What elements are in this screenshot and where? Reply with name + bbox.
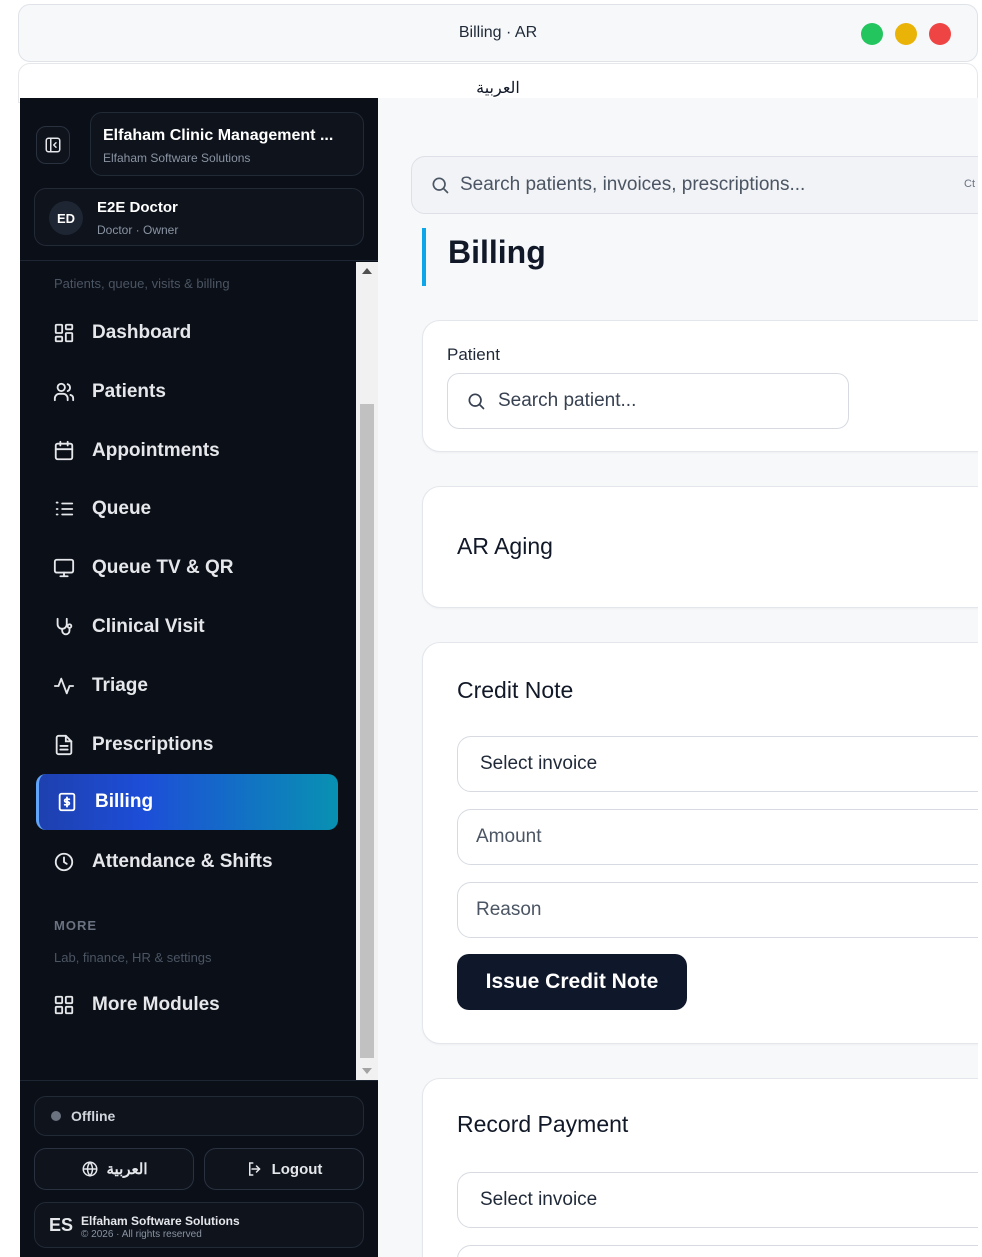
sidebar-item-queue[interactable]: Queue [36,482,338,536]
logout-icon [248,1162,261,1176]
dashboard-icon [52,321,76,345]
sidebar-item-label: Queue [92,498,152,519]
user-name: E2E Doctor [97,199,178,216]
credit-note-title: Credit Note [457,677,574,703]
brand-name: Elfaham Clinic Management ... [103,127,334,144]
sidebar-collapse-icon [45,137,61,153]
credit-note-invoice-select[interactable]: Select invoice [457,736,978,792]
global-search-input[interactable] [460,174,940,196]
language-button-label: العربية [106,1161,148,1178]
logout-button-label: Logout [271,1160,323,1178]
close-button[interactable] [929,23,951,45]
sidebar-nav: Patients, queue, visits & billing Dashbo… [20,262,356,1080]
status-dot-icon [51,1111,61,1121]
sidebar-divider [20,1080,378,1081]
sidebar-item-appointments[interactable]: Appointments [36,424,338,478]
patient-search-input[interactable] [498,390,818,412]
sidebar-item-triage[interactable]: Triage [36,659,338,713]
window-titlebar: Billing · AR [18,4,978,62]
sidebar-item-label: Billing [95,791,154,812]
sidebar-item-label: More Modules [92,994,220,1015]
grid-icon [52,993,76,1017]
user-card[interactable]: ED E2E Doctor Doctor · Owner [34,188,364,246]
main-content: Ct Billing Patient AR Aging Credit Note … [378,98,978,1257]
patient-search-field[interactable] [447,373,849,429]
record-payment-amount-input[interactable] [457,1245,978,1257]
list-ordered-icon [52,497,76,521]
sidebar-item-attendance[interactable]: Attendance & Shifts [36,835,338,889]
company-name: Elfaham Software Solutions [81,1214,240,1228]
globe-icon [82,1161,97,1177]
sidebar-item-prescriptions[interactable]: Prescriptions [36,718,338,772]
avatar: ED [49,201,83,235]
stethoscope-icon [52,615,76,639]
sidebar-item-more-modules[interactable]: More Modules [36,978,338,1032]
sidebar-item-dashboard[interactable]: Dashboard [36,306,338,360]
record-payment-card: Record Payment Select invoice [422,1078,978,1257]
sidebar-item-label: Triage [92,675,148,696]
sidebar-item-label: Appointments [92,440,220,461]
scroll-up-icon[interactable] [362,268,372,274]
language-label: العربية [476,80,520,97]
sidebar: Elfaham Clinic Management ... Elfaham So… [20,98,378,1257]
credit-note-reason-input[interactable]: Reason [457,882,978,938]
section-title-more: MORE [54,918,97,933]
credit-note-amount-input[interactable]: Amount [457,809,978,865]
search-icon [430,175,450,195]
page-title: Billing [448,234,546,270]
sidebar-item-label: Dashboard [92,322,192,343]
sidebar-divider [20,260,378,261]
credit-note-card: Credit Note Select invoice Amount Reason… [422,642,978,1044]
sidebar-item-patients[interactable]: Patients [36,365,338,419]
collapse-sidebar-button[interactable] [36,126,70,164]
brand-box: Elfaham Clinic Management ... Elfaham So… [90,112,364,176]
scrollbar-thumb[interactable] [360,404,374,1058]
company-logo: ES [49,1215,74,1235]
receipt-dollar-icon [55,790,79,814]
record-payment-invoice-select[interactable]: Select invoice [457,1172,978,1228]
calendar-icon [52,439,76,463]
sidebar-item-clinical-visit[interactable]: Clinical Visit [36,600,338,654]
file-text-icon [52,733,76,757]
sidebar-item-label: Clinical Visit [92,616,205,637]
language-button[interactable]: العربية [34,1148,194,1190]
copyright-text: © 2026 · All rights reserved [81,1229,202,1240]
brand-subtitle: Elfaham Software Solutions [103,151,251,165]
sidebar-item-billing[interactable]: Billing [36,774,338,830]
window-title: Billing · AR [458,24,538,41]
logout-button[interactable]: Logout [204,1148,364,1190]
sidebar-item-label: Attendance & Shifts [92,851,273,872]
minimize-button[interactable] [895,23,917,45]
page-heading: Billing [422,228,546,286]
sidebar-item-label: Prescriptions [92,734,214,755]
sidebar-item-label: Queue TV & QR [92,557,234,578]
activity-icon [52,674,76,698]
sidebar-item-queue-tv[interactable]: Queue TV & QR [36,541,338,595]
language-bar: العربية [18,63,978,103]
ar-aging-card: AR Aging [422,486,978,608]
search-shortcut-hint: Ct [964,178,975,190]
patient-card: Patient [422,320,978,452]
clock-icon [52,850,76,874]
company-footer: ES Elfaham Software Solutions © 2026 · A… [34,1202,364,1248]
section-subtitle-more: Lab, finance, HR & settings [54,950,212,965]
connection-status: Offline [34,1096,364,1136]
global-search[interactable]: Ct [411,156,978,214]
user-role: Doctor · Owner [97,223,179,237]
section-subtitle: Patients, queue, visits & billing [54,276,230,291]
scroll-down-icon[interactable] [362,1068,372,1074]
issue-credit-note-button[interactable]: Issue Credit Note [457,954,687,1010]
patient-label: Patient [447,345,500,364]
sidebar-item-label: Patients [92,381,166,402]
status-text: Offline [71,1108,116,1124]
maximize-button[interactable] [861,23,883,45]
monitor-icon [52,556,76,580]
ar-aging-title: AR Aging [457,533,553,559]
record-payment-title: Record Payment [457,1111,629,1137]
sidebar-scrollbar[interactable] [356,262,378,1080]
search-icon [466,391,486,411]
users-icon [52,380,76,404]
